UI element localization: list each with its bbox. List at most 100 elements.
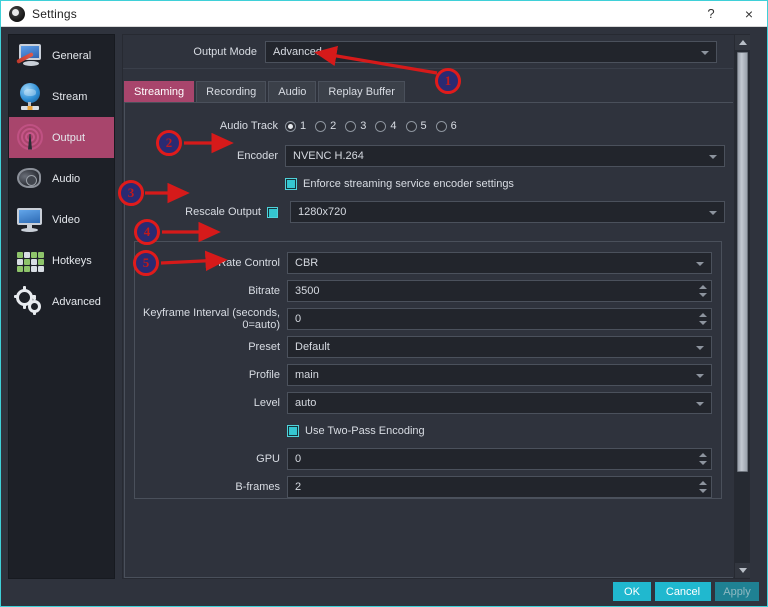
rescale-output-row: Rescale Output 1280x720 (125, 199, 733, 225)
audio-track-label: Audio Track (219, 120, 278, 132)
stepper-up-icon[interactable] (699, 285, 707, 289)
radio-dot-icon (345, 120, 357, 132)
sidebar-item-audio[interactable]: Audio (9, 158, 114, 199)
chevron-down-icon (696, 262, 704, 266)
audio-track-radio-5[interactable]: 5 (405, 120, 427, 132)
help-button[interactable]: ? (693, 1, 729, 27)
rescale-output-checkbox[interactable] (267, 206, 278, 218)
audio-track-option-2: 2 (330, 120, 337, 132)
output-mode-select[interactable]: Advanced (265, 40, 717, 63)
streaming-tab-page: Audio Track 1 2 3 4 5 6 Encoder NVENC H.… (124, 102, 733, 578)
ok-button[interactable]: OK (613, 582, 651, 601)
sidebar-item-hotkeys[interactable]: Hotkeys (9, 240, 114, 281)
bitrate-stepper[interactable]: 3500 (287, 280, 712, 302)
chevron-down-icon (696, 346, 704, 350)
chevron-down-icon (701, 50, 709, 55)
keyframe-interval-value: 0 (295, 313, 302, 325)
encoder-select[interactable]: NVENC H.264 (285, 145, 725, 167)
encoder-settings-group: Rate Control CBR Bitrate 3500 Keyframe I… (134, 241, 722, 499)
sidebar-label-audio: Audio (52, 172, 81, 185)
bitrate-row: Bitrate 3500 (135, 278, 721, 304)
gpu-stepper[interactable]: 0 (287, 448, 712, 470)
profile-value: main (295, 369, 319, 381)
preset-select[interactable]: Default (287, 336, 712, 358)
settings-window: Settings ? × General Stream Output Audio… (0, 0, 768, 607)
scrollbar-thumb[interactable] (737, 52, 748, 472)
settings-sidebar: General Stream Output Audio Video Hotkey… (8, 34, 115, 579)
preset-row: Preset Default (135, 334, 721, 360)
audio-track-radio-4[interactable]: 4 (375, 120, 397, 132)
level-select[interactable]: auto (287, 392, 712, 414)
sidebar-item-output[interactable]: Output (9, 117, 114, 158)
output-icon (15, 123, 45, 153)
checkbox-icon (287, 425, 299, 437)
radio-dot-icon (375, 120, 387, 132)
encoder-value: NVENC H.264 (293, 150, 364, 162)
audio-track-row: Audio Track 1 2 3 4 5 6 (125, 113, 733, 139)
tab-recording[interactable]: Recording (196, 81, 267, 102)
keyframe-interval-stepper[interactable]: 0 (287, 308, 712, 330)
sidebar-item-video[interactable]: Video (9, 199, 114, 240)
sidebar-label-video: Video (52, 213, 80, 226)
tab-audio[interactable]: Audio (268, 81, 317, 102)
sidebar-label-hotkeys: Hotkeys (52, 254, 92, 267)
stepper-down-icon[interactable] (699, 489, 707, 493)
stepper-up-icon[interactable] (699, 313, 707, 317)
preset-label: Preset (248, 341, 280, 353)
bframes-value: 2 (295, 481, 302, 493)
cancel-button[interactable]: Cancel (655, 582, 711, 601)
annotation-marker-2: 2 (156, 130, 182, 156)
bitrate-value: 3500 (295, 285, 320, 297)
sidebar-item-advanced[interactable]: Advanced (9, 281, 114, 322)
annotation-marker-3: 3 (118, 180, 144, 206)
rate-control-value: CBR (295, 257, 319, 269)
stepper-down-icon[interactable] (699, 461, 707, 465)
enforce-settings-checkbox[interactable]: Enforce streaming service encoder settin… (285, 173, 733, 195)
sidebar-item-general[interactable]: General (9, 35, 114, 76)
audio-track-radio-6[interactable]: 6 (435, 120, 457, 132)
two-pass-row: Use Two-Pass Encoding (135, 418, 721, 444)
sidebar-label-output: Output (52, 131, 86, 144)
sidebar-label-general: General (52, 49, 92, 62)
audio-track-radio-3[interactable]: 3 (345, 120, 366, 132)
sidebar-item-stream[interactable]: Stream (9, 76, 114, 117)
chevron-down-icon (696, 374, 704, 378)
audio-track-radio-2[interactable]: 2 (315, 120, 336, 132)
sidebar-label-advanced: Advanced (52, 295, 101, 308)
apply-button[interactable]: Apply (715, 582, 759, 601)
scroll-up-icon[interactable] (735, 35, 750, 50)
radio-dot-icon (285, 120, 296, 132)
general-icon (15, 41, 45, 71)
window-controls: ? × (693, 1, 767, 27)
two-pass-encoding-checkbox[interactable]: Use Two-Pass Encoding (287, 420, 721, 442)
audio-icon (15, 164, 45, 194)
close-icon[interactable]: × (729, 1, 767, 27)
stepper-down-icon[interactable] (699, 293, 707, 297)
tab-streaming[interactable]: Streaming (124, 81, 195, 102)
window-body: General Stream Output Audio Video Hotkey… (1, 27, 767, 606)
radio-dot-icon (405, 120, 417, 132)
chevron-down-icon (709, 155, 717, 159)
rescale-resolution-select[interactable]: 1280x720 (290, 201, 725, 223)
stepper-up-icon[interactable] (699, 453, 707, 457)
stepper-up-icon[interactable] (699, 481, 707, 485)
rate-control-select[interactable]: CBR (287, 252, 712, 274)
enforce-settings-label: Enforce streaming service encoder settin… (303, 178, 514, 190)
keyframe-interval-label: Keyframe Interval (seconds, 0=auto) (143, 307, 280, 331)
scroll-down-icon[interactable] (735, 563, 750, 578)
level-value: auto (295, 397, 317, 409)
audio-track-radio-1[interactable]: 1 (285, 120, 306, 132)
dialog-footer: OK Cancel Apply (1, 579, 767, 606)
profile-select[interactable]: main (287, 364, 712, 386)
sidebar-label-stream: Stream (52, 90, 88, 103)
bframes-stepper[interactable]: 2 (287, 476, 712, 498)
stepper-down-icon[interactable] (699, 321, 707, 325)
chevron-down-icon (696, 402, 704, 406)
output-mode-value: Advanced (273, 45, 322, 58)
annotation-marker-4: 4 (134, 219, 160, 245)
main-scrollbar[interactable] (734, 35, 750, 578)
tab-replay-buffer[interactable]: Replay Buffer (318, 81, 405, 102)
audio-track-radio-group: 1 2 3 4 5 6 (285, 115, 733, 137)
level-row: Level auto (135, 390, 721, 416)
checkbox-icon (285, 178, 297, 190)
